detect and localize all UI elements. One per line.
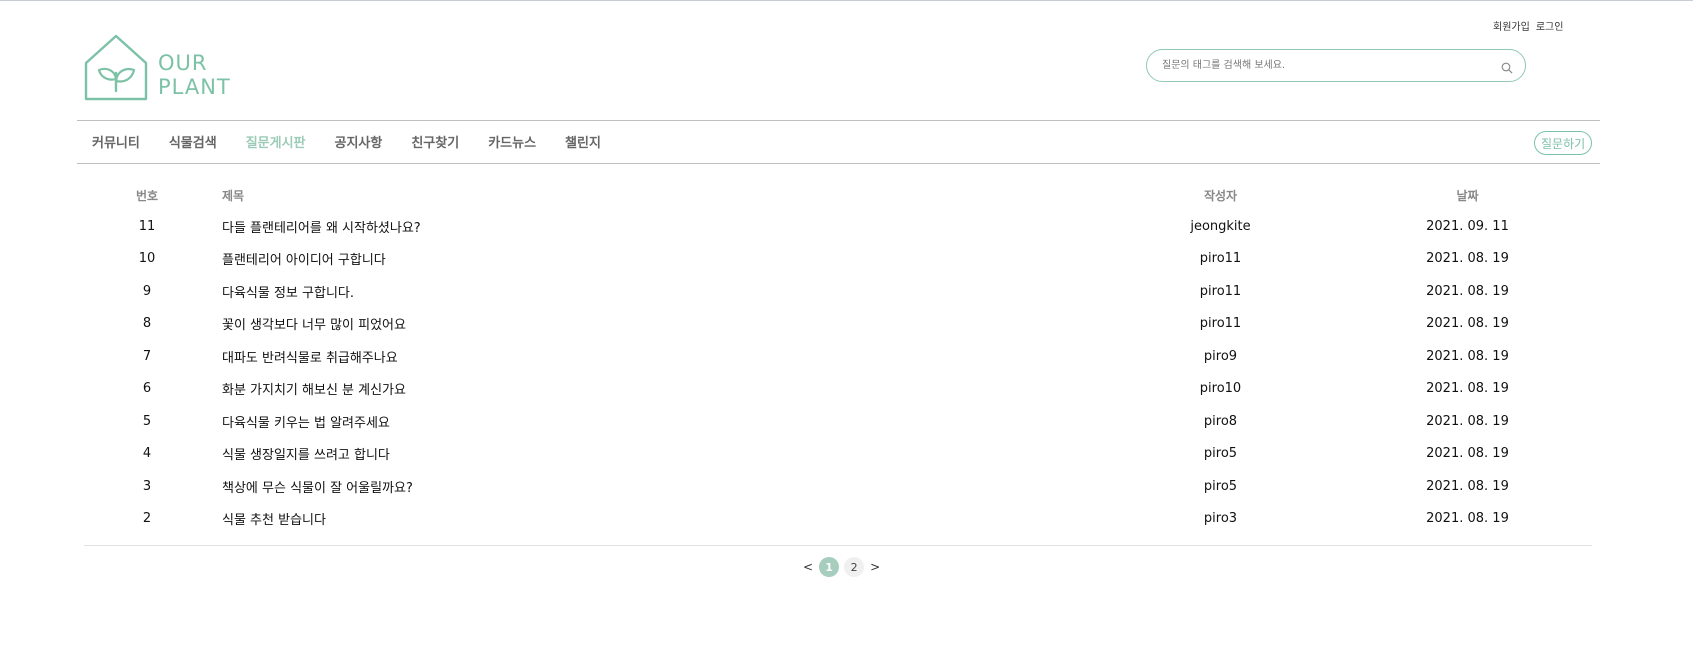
page-list: 12	[819, 557, 865, 577]
post-title-link[interactable]: 다육식물 정보 구합니다.	[210, 275, 1098, 308]
post-title-link[interactable]: 대파도 반려식물로 취급해주나요	[210, 340, 1098, 373]
post-date: 2021. 09. 11	[1426, 218, 1509, 234]
search-icon[interactable]	[1501, 59, 1513, 78]
table-row: 2 식물 추천 받습니다 piro3 2021. 08. 19	[84, 503, 1592, 536]
logo-text: OUR PLANT	[158, 51, 231, 99]
table-row: 6 화분 가지치기 해보신 분 계신가요 piro10 2021. 08. 19	[84, 373, 1592, 406]
nav-divider-top	[77, 120, 1600, 121]
post-author: piro10	[1199, 381, 1242, 397]
post-number: 11	[138, 218, 156, 234]
table-header-row: 번호 제목 작성자 날짜	[84, 180, 1592, 210]
post-author: piro11	[1199, 251, 1242, 267]
post-title-link[interactable]: 다육식물 키우는 법 알려주세요	[210, 405, 1098, 438]
table-row: 11 다들 플랜테리어를 왜 시작하셨나요? jeongkite 2021. 09. …	[84, 210, 1592, 243]
table-row: 8 꽃이 생각보다 너무 많이 피었어요 piro11 2021. 08. 19	[84, 308, 1592, 341]
post-author: piro3	[1203, 511, 1238, 527]
nav-item-1[interactable]: 커뮤니티	[92, 132, 140, 151]
table-body: 11 다들 플랜테리어를 왜 시작하셨나요? jeongkite 2021. 09. …	[84, 210, 1592, 535]
post-title-link[interactable]: 화분 가지치기 해보신 분 계신가요	[210, 373, 1098, 406]
post-number: 10	[138, 251, 156, 267]
table-row: 10 플랜테리어 아이디어 구합니다 piro11 2021. 08. 19	[84, 243, 1592, 276]
search-box	[1146, 49, 1526, 82]
post-date: 2021. 08. 19	[1426, 478, 1509, 494]
column-header-number: 번호	[135, 188, 159, 203]
post-author: piro5	[1203, 478, 1238, 494]
post-number: 9	[142, 283, 152, 299]
post-number: 6	[142, 381, 152, 397]
page-button-2[interactable]: 2	[844, 557, 865, 577]
table-divider	[84, 545, 1592, 546]
post-title-link[interactable]: 다들 플랜테리어를 왜 시작하셨나요?	[210, 210, 1098, 243]
post-title-link[interactable]: 식물 추천 받습니다	[210, 503, 1098, 536]
post-number: 4	[142, 446, 152, 462]
post-date: 2021. 08. 19	[1426, 316, 1509, 332]
post-number: 2	[142, 511, 152, 527]
post-author: piro11	[1199, 283, 1242, 299]
nav-item-7[interactable]: 챌린지	[565, 132, 601, 151]
ask-question-button[interactable]: 질문하기	[1534, 131, 1593, 155]
post-author: jeongkite	[1190, 218, 1251, 234]
post-date: 2021. 08. 19	[1426, 511, 1509, 527]
logo-line-2: PLANT	[158, 75, 231, 99]
table-row: 3 책상에 무슨 식물이 잘 어울릴까요? piro5 2021. 08. 19	[84, 470, 1592, 503]
post-author: piro9	[1203, 348, 1238, 364]
post-date: 2021. 08. 19	[1426, 381, 1509, 397]
nav-item-4[interactable]: 공지사항	[335, 132, 383, 151]
post-title-link[interactable]: 책상에 무슨 식물이 잘 어울릴까요?	[210, 470, 1098, 503]
house-sprout-icon	[84, 34, 148, 101]
post-author: piro8	[1203, 413, 1238, 429]
post-date: 2021. 08. 19	[1426, 348, 1509, 364]
next-page-button[interactable]: >	[869, 560, 881, 574]
main-nav: 커뮤니티 식물검색 질문게시판 공지사항 친구찾기 카드뉴스 챌린지	[92, 132, 601, 151]
post-number: 7	[142, 348, 152, 364]
nav-item-5[interactable]: 친구찾기	[411, 132, 459, 151]
auth-links: 회원가입 로그인	[1493, 18, 1563, 33]
post-number: 3	[142, 478, 152, 494]
table-row: 9 다육식물 정보 구합니다. piro11 2021. 08. 19	[84, 275, 1592, 308]
login-link[interactable]: 로그인	[1536, 22, 1564, 33]
nav-divider-bottom	[77, 163, 1600, 164]
post-title-link[interactable]: 식물 생장일지를 쓰려고 합니다	[210, 438, 1098, 471]
post-number: 5	[142, 413, 152, 429]
nav-item-3[interactable]: 질문게시판	[246, 132, 306, 151]
nav-item-6[interactable]: 카드뉴스	[488, 132, 536, 151]
logo-line-1: OUR	[158, 51, 208, 75]
post-date: 2021. 08. 19	[1426, 446, 1509, 462]
page-button-1[interactable]: 1	[819, 557, 840, 577]
logo[interactable]: OUR PLANT	[84, 33, 231, 101]
signup-link[interactable]: 회원가입	[1493, 22, 1530, 33]
column-header-title: 제목	[222, 188, 245, 203]
post-author: piro11	[1199, 316, 1242, 332]
pagination: < 12 >	[802, 557, 881, 577]
column-header-author: 작성자	[1203, 188, 1238, 203]
question-board-table: 번호 제목 작성자 날짜 11 다들 플랜테리어를 왜 시작하셨나요? jeongk…	[84, 180, 1592, 535]
table-row: 5 다육식물 키우는 법 알려주세요 piro8 2021. 08. 19	[84, 405, 1592, 438]
prev-page-button[interactable]: <	[802, 560, 814, 574]
table-row: 4 식물 생장일지를 쓰려고 합니다 piro5 2021. 08. 19	[84, 438, 1592, 471]
post-date: 2021. 08. 19	[1426, 283, 1509, 299]
post-date: 2021. 08. 19	[1426, 413, 1509, 429]
post-number: 8	[142, 316, 152, 332]
table-row: 7 대파도 반려식물로 취급해주나요 piro9 2021. 08. 19	[84, 340, 1592, 373]
post-author: piro5	[1203, 446, 1238, 462]
nav-item-2[interactable]: 식물검색	[169, 132, 217, 151]
post-date: 2021. 08. 19	[1426, 251, 1509, 267]
column-header-date: 날짜	[1456, 188, 1479, 203]
post-title-link[interactable]: 꽃이 생각보다 너무 많이 피었어요	[210, 308, 1098, 341]
search-input[interactable]	[1160, 59, 1494, 72]
post-title-link[interactable]: 플랜테리어 아이디어 구합니다	[210, 243, 1098, 276]
